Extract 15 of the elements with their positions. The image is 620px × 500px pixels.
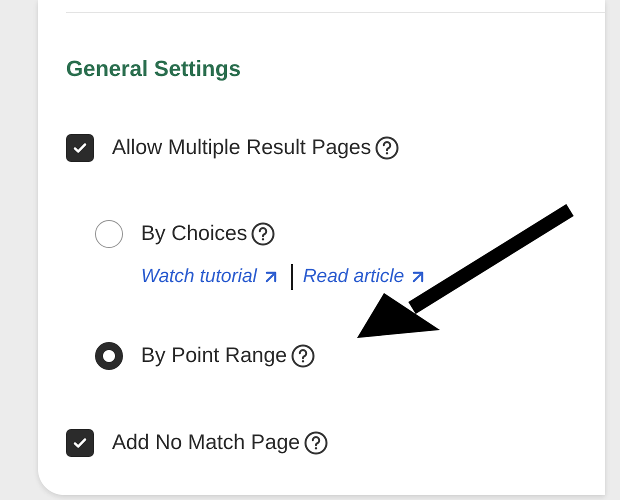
checkbox[interactable] <box>66 134 94 162</box>
help-icon[interactable] <box>290 344 315 368</box>
option-label: Add No Match Page <box>112 430 300 456</box>
external-link[interactable]: Read article <box>302 262 428 292</box>
radio-button[interactable] <box>95 342 123 370</box>
option-label: By Choices <box>141 221 248 248</box>
help-icon[interactable] <box>251 222 276 246</box>
option-label: Allow Multiple Result Pages <box>112 135 372 162</box>
external-link[interactable]: Watch tutorial <box>141 262 281 292</box>
checkbox[interactable] <box>66 429 94 457</box>
help-icon[interactable] <box>375 136 400 160</box>
help-icon[interactable] <box>304 431 328 455</box>
section-title: General Settings <box>66 56 242 82</box>
option-label: By Point Range <box>141 343 287 370</box>
radio-button[interactable] <box>95 220 123 248</box>
